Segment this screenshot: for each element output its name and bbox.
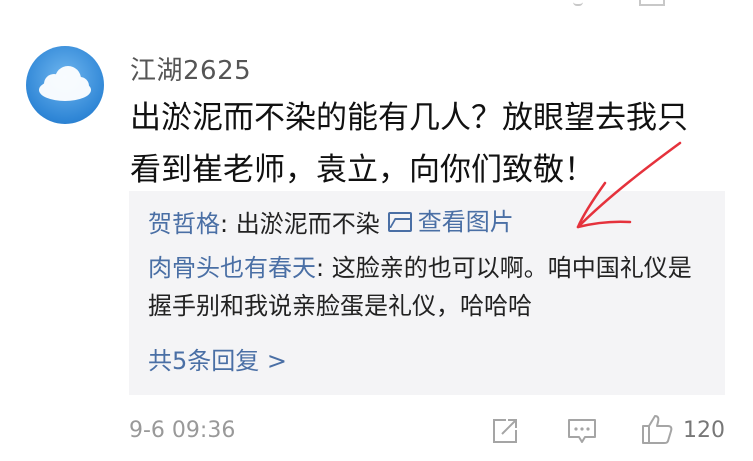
more-replies-link[interactable]: 共5条回复 > [148,341,287,376]
comment-timestamp: 9-6 09:36 [129,418,236,443]
share-icon[interactable] [490,416,520,446]
image-icon [387,212,412,232]
thumbs-up-icon[interactable] [640,412,674,446]
reply-item[interactable]: 肉骨头也有春天: 这脸亲的也可以啊。咱中国礼仪是握手别和我说亲脸蛋是礼仪，哈哈哈 [148,249,708,325]
avatar[interactable] [26,46,104,124]
previous-item-remnant [0,0,753,8]
reply-author[interactable]: 肉骨头也有春天 [148,254,316,282]
reply-separator: : [220,210,236,238]
comment-footer: 9-6 09:36 120 [0,410,753,450]
red-annotation-arrow [576,141,682,229]
view-picture-link[interactable]: 查看图片 [387,203,514,241]
reply-text: 出淤泥而不染 [235,210,380,238]
comment-icon[interactable] [566,416,598,446]
reply-separator: : [316,254,332,282]
previous-item-icon-remnant [573,0,583,6]
reply-author[interactable]: 贺哲格 [148,210,220,238]
previous-item-icon-remnant [639,0,665,6]
comment-username[interactable]: 江湖2625 [130,50,251,87]
cloud-icon [39,66,91,101]
view-picture-label: 查看图片 [417,208,514,236]
like-count: 120 [683,418,725,443]
